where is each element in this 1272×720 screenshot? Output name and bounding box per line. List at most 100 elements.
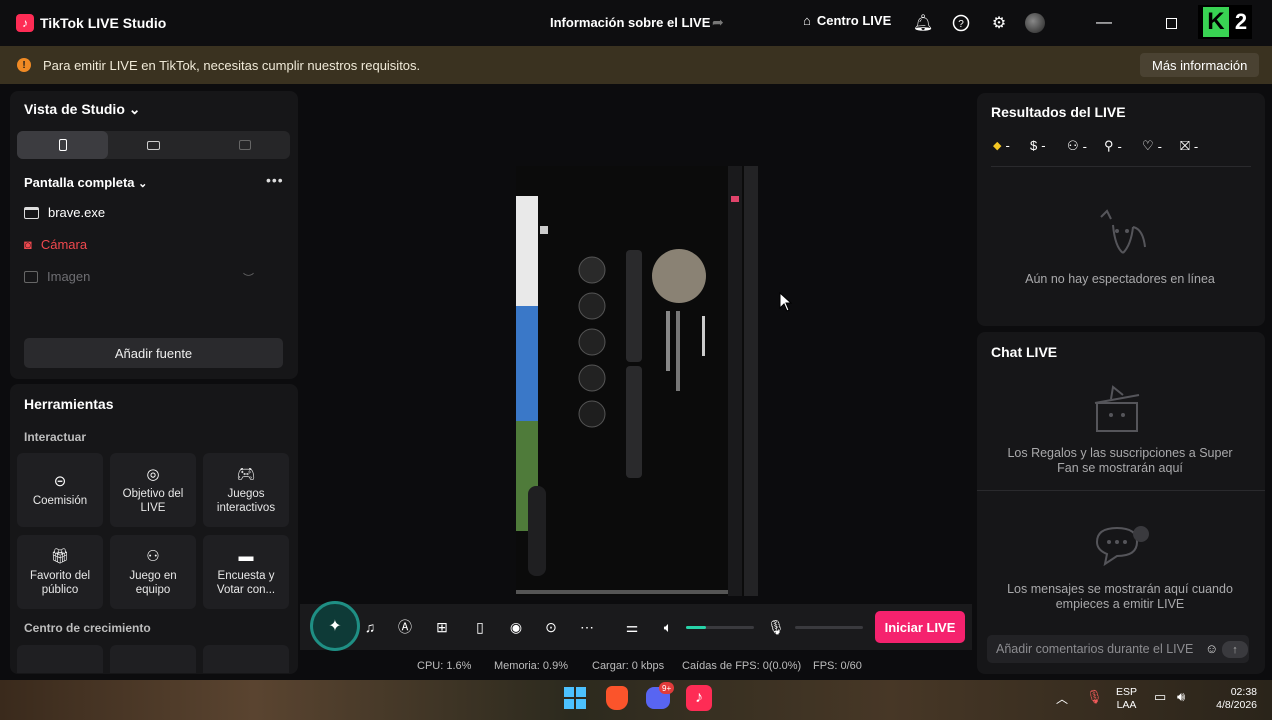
centro-live-button[interactable]: ⌂ Centro LIVE — [803, 13, 891, 28]
diamond-icon: ◆ — [993, 140, 1002, 152]
earnings-metric: $ - — [1030, 138, 1046, 153]
camera-icon: ◙ — [24, 237, 32, 252]
comment-placeholder: Añadir comentarios durante el LIVE — [996, 642, 1194, 656]
camera-settings-icon[interactable]: ⊙ — [541, 617, 561, 637]
mic-slider[interactable] — [795, 626, 863, 629]
adjust-icon[interactable]: ⚌ — [622, 617, 642, 637]
language-indicator[interactable]: ESP LAA — [1116, 686, 1137, 712]
live-preview[interactable] — [516, 166, 758, 596]
window-icon — [24, 206, 39, 219]
home-icon: ⌂ — [803, 13, 811, 28]
maximize-button[interactable] — [1158, 10, 1184, 36]
title-bar: ♪ TikTok LIVE Studio Información sobre e… — [0, 0, 1272, 46]
chevron-down-icon: ⌄ — [138, 178, 148, 190]
magic-wand-button[interactable]: ✦ — [310, 601, 360, 651]
no-viewers-text: Aún no hay espectadores en línea — [1025, 272, 1215, 286]
preview-screen-capture — [516, 166, 758, 596]
tab-portrait[interactable] — [17, 131, 108, 159]
minimize-button[interactable]: — — [1091, 10, 1117, 36]
more-options-icon[interactable]: ••• — [266, 172, 284, 188]
likes-metric: ♡ - — [1142, 138, 1162, 154]
upload-stat: Cargar: 0 kbps — [592, 660, 665, 672]
target-icon: ◎ — [146, 466, 160, 483]
tiktok-logo-icon: ♪ — [16, 14, 34, 32]
tool-interactive-games[interactable]: 🎮︎ Juegos interactivos — [203, 453, 289, 527]
share-icon[interactable]: ➦ — [712, 14, 724, 31]
ai-icon[interactable]: Ⓐ — [395, 617, 415, 637]
eye-hidden-icon[interactable]: ︶ — [243, 270, 254, 286]
brave-icon[interactable] — [606, 686, 628, 710]
microphone-icon[interactable]: 🎙︎ — [766, 617, 786, 637]
fps-stat: FPS: 0/60 — [813, 660, 862, 672]
orientation-tabs — [17, 131, 290, 159]
banner-text: Para emitir LIVE en TikTok, necesitas cu… — [43, 58, 421, 73]
divider — [977, 490, 1265, 491]
viewers-metric: ⚇ - — [1067, 138, 1087, 154]
followers-metric: ⚲ - — [1104, 138, 1122, 154]
warning-icon: ! — [17, 58, 31, 72]
cpu-stat: CPU: 1.6% — [417, 660, 472, 672]
tool-audience-favorite[interactable]: 🎁︎ Favorito del público — [17, 535, 103, 609]
chevron-up-icon[interactable]: ︿ — [1056, 690, 1068, 707]
chat-title: Chat LIVE — [991, 344, 1058, 360]
growth-card-2[interactable] — [110, 645, 196, 673]
speaker-icon[interactable]: 🔈︎ — [658, 617, 678, 637]
gift-box-illustration-icon — [1091, 381, 1151, 440]
network-icon[interactable]: ▭ — [1154, 689, 1166, 705]
tab-landscape[interactable] — [108, 131, 199, 159]
chevron-down-icon: ⌄ — [128, 101, 141, 117]
coin-icon: $ — [1030, 138, 1038, 153]
record-icon[interactable]: ◉ — [506, 617, 526, 637]
avatar[interactable] — [1025, 13, 1045, 33]
requirements-banner: ! Para emitir LIVE en TikTok, necesitas … — [0, 46, 1272, 84]
source-camera[interactable]: ◙ Cámara — [24, 237, 87, 252]
growth-card-3[interactable] — [203, 645, 289, 673]
tool-cohost[interactable]: ⊝ Coemisión — [17, 453, 103, 527]
live-info-title[interactable]: Información sobre el LIVE — [550, 15, 710, 30]
phone-icon[interactable]: ▯ — [470, 617, 490, 637]
interact-label: Interactuar — [24, 430, 87, 444]
gamepad-icon: 🎮︎ — [236, 466, 256, 483]
microphone-tray-icon[interactable]: 🎙︎ — [1086, 689, 1103, 705]
poll-icon: ▬ — [238, 547, 254, 565]
more-info-button[interactable]: Más información — [1140, 53, 1260, 77]
emoji-icon[interactable]: ☺ — [1205, 641, 1218, 656]
discord-badge: 9+ — [659, 682, 675, 694]
people-icon: ⚇ — [1067, 138, 1079, 153]
app-title: TikTok LIVE Studio — [40, 15, 167, 31]
results-title: Resultados del LIVE — [991, 104, 1126, 120]
add-overlay-icon[interactable]: ⊞ — [432, 617, 452, 637]
source-brave[interactable]: brave.exe — [24, 205, 105, 220]
k2-logo: K 2 — [1198, 5, 1252, 39]
go-live-button[interactable]: Iniciar LIVE — [875, 611, 965, 643]
studio-view-dropdown[interactable]: Vista de Studio ⌄ — [24, 101, 141, 118]
music-icon[interactable]: ♫ — [360, 617, 380, 637]
more-icon[interactable]: ⋯ — [577, 617, 597, 637]
source-image[interactable]: Imagen — [24, 269, 90, 284]
gifts-metric: ⛝ - — [1180, 138, 1199, 154]
tools-title: Herramientas — [24, 396, 114, 412]
scene-dropdown[interactable]: Pantalla completa ⌄ — [24, 175, 147, 190]
chat-bubble-illustration-icon — [1091, 522, 1151, 573]
svg-text:?: ? — [958, 19, 964, 30]
volume-slider[interactable] — [686, 626, 754, 629]
tiktok-live-taskbar-icon[interactable]: ♪ — [686, 685, 712, 711]
settings-icon[interactable]: ⚙ — [988, 12, 1010, 34]
volume-tray-icon[interactable]: 🔊︎ — [1177, 689, 1185, 705]
add-source-button[interactable]: Añadir fuente — [24, 338, 283, 368]
tab-dual[interactable] — [199, 131, 290, 159]
gifts-placeholder-text: Los Regalos y las suscripciones a Super … — [1007, 446, 1233, 475]
gift-icon: ⛝ — [1180, 138, 1190, 153]
tool-live-goal[interactable]: ◎ Objetivo del LIVE — [110, 453, 196, 527]
growth-card-1[interactable] — [17, 645, 103, 673]
help-icon[interactable]: ? — [950, 12, 972, 34]
link-icon: ⊝ — [53, 473, 67, 490]
growth-center-label: Centro de crecimiento — [24, 621, 151, 635]
tool-poll[interactable]: ▬ Encuesta y Votar con... — [203, 535, 289, 609]
fps-drops-stat: Caídas de FPS: 0(0.0%) — [682, 660, 802, 672]
tool-team-game[interactable]: ⚇ Juego en equipo — [110, 535, 196, 609]
clock[interactable]: 02:38 4/8/2026 — [1205, 686, 1257, 712]
send-icon[interactable]: ↑ — [1222, 641, 1248, 658]
bell-icon[interactable]: 🔔︎ — [912, 12, 934, 34]
windows-start-icon[interactable] — [564, 687, 586, 709]
